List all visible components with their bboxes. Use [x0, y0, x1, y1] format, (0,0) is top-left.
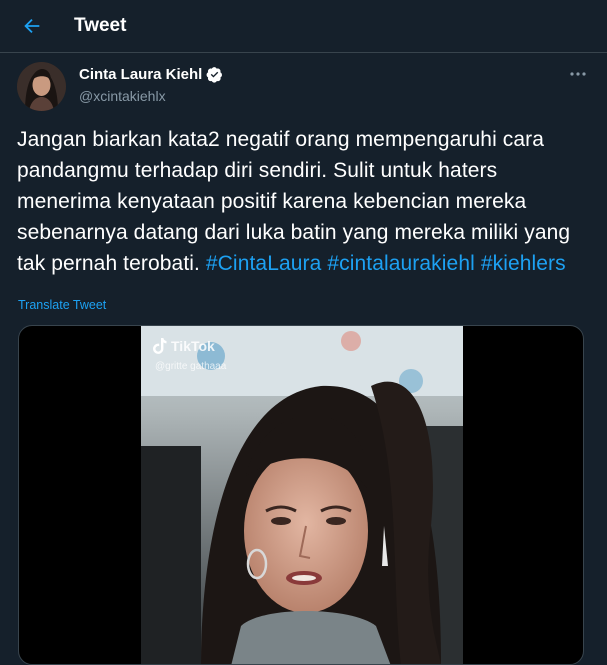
author-display-name[interactable]: Cinta Laura Kiehl [79, 66, 202, 83]
tiktok-watermark: TikTok [153, 338, 215, 354]
tiktok-logo-icon [153, 338, 167, 354]
page-title: Tweet [74, 15, 127, 36]
tiktok-brand: TikTok [171, 338, 215, 354]
translate-tweet-link[interactable]: Translate Tweet [18, 298, 106, 312]
hashtag-link[interactable]: #kiehlers [481, 252, 566, 275]
video-thumbnail[interactable]: TikTok @gritte gathaaa [141, 326, 463, 664]
tweet-header: Tweet [0, 0, 607, 53]
arrow-left-icon [24, 18, 40, 34]
more-options-button[interactable] [564, 64, 592, 84]
author-name[interactable]: Cinta Laura Kiehl [79, 66, 223, 83]
hashtag-link[interactable]: #cintalaurakiehl [327, 252, 475, 275]
tweet-body: Jangan biarkan kata2 negatif orang mempe… [17, 124, 587, 279]
hashtag-link[interactable]: #CintaLaura [206, 252, 322, 275]
more-horizontal-icon [570, 72, 586, 76]
tiktok-username: @gritte gathaaa [155, 361, 227, 372]
avatar[interactable] [17, 62, 66, 111]
back-button[interactable] [12, 6, 52, 46]
verified-badge-icon [206, 67, 223, 83]
video-player[interactable]: TikTok @gritte gathaaa [18, 325, 584, 665]
tweet-author: Cinta Laura Kiehl @xcintakiehlx [17, 62, 592, 112]
author-handle[interactable]: @xcintakiehlx [79, 88, 166, 104]
